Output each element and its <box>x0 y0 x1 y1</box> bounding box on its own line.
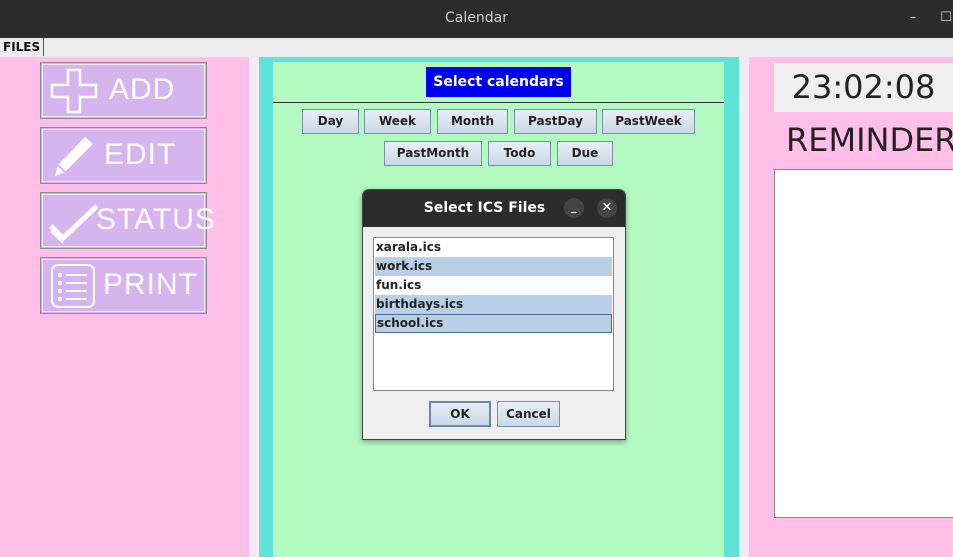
menu-files[interactable]: FILES <box>0 38 45 56</box>
view-pastday-button[interactable]: PastDay <box>514 109 597 134</box>
cancel-button[interactable]: Cancel <box>497 401 560 427</box>
ics-file-list[interactable]: xarala.ics work.ics fun.ics birthdays.ic… <box>373 237 614 391</box>
print-button[interactable]: PRINT <box>40 257 207 314</box>
reminders-title: REMINDERS <box>786 121 953 159</box>
edit-button-label: EDIT <box>104 138 177 171</box>
view-pastmonth-button[interactable]: PastMonth <box>384 141 482 166</box>
divider-right <box>739 57 749 557</box>
dialog-close-icon[interactable]: ✕ <box>597 198 617 218</box>
plus-icon <box>50 68 98 114</box>
select-ics-dialog: Select ICS Files _ ✕ xarala.ics work.ics… <box>362 189 626 440</box>
print-button-label: PRINT <box>103 268 198 301</box>
status-button-label: STATUS <box>96 203 216 236</box>
list-item[interactable]: birthdays.ics <box>375 295 612 314</box>
status-button[interactable]: STATUS <box>40 192 215 249</box>
checkmark-icon <box>49 204 99 244</box>
list-item[interactable]: school.ics <box>375 314 612 333</box>
add-button[interactable]: ADD <box>40 62 207 119</box>
list-item[interactable]: work.ics <box>375 257 612 276</box>
list-icon <box>51 264 95 308</box>
window-titlebar: Calendar – ☐ <box>0 0 953 38</box>
edit-button[interactable]: EDIT <box>40 127 207 184</box>
view-month-button[interactable]: Month <box>437 109 508 134</box>
clock-display: 23:02:08 <box>774 63 953 112</box>
view-pastweek-button[interactable]: PastWeek <box>602 109 695 134</box>
ok-button[interactable]: OK <box>429 401 491 427</box>
add-button-label: ADD <box>109 73 176 106</box>
list-item[interactable]: xarala.ics <box>375 238 612 257</box>
window-title: Calendar <box>445 10 508 26</box>
dialog-titlebar: Select ICS Files _ ✕ <box>363 190 625 227</box>
dialog-minimize-icon[interactable]: _ <box>564 198 584 218</box>
menubar: FILES <box>0 38 953 58</box>
minimize-icon[interactable]: – <box>905 10 921 25</box>
view-day-button[interactable]: Day <box>302 109 359 134</box>
reminders-list[interactable] <box>774 169 953 518</box>
pencil-icon <box>55 137 93 176</box>
view-week-button[interactable]: Week <box>364 109 431 134</box>
view-due-button[interactable]: Due <box>557 141 613 166</box>
divider-left <box>249 57 259 557</box>
view-todo-button[interactable]: Todo <box>488 141 551 166</box>
maximize-icon[interactable]: ☐ <box>938 10 953 25</box>
select-calendars-button[interactable]: Select calendars <box>426 67 571 97</box>
list-item[interactable]: fun.ics <box>375 276 612 295</box>
header-separator <box>273 102 724 103</box>
